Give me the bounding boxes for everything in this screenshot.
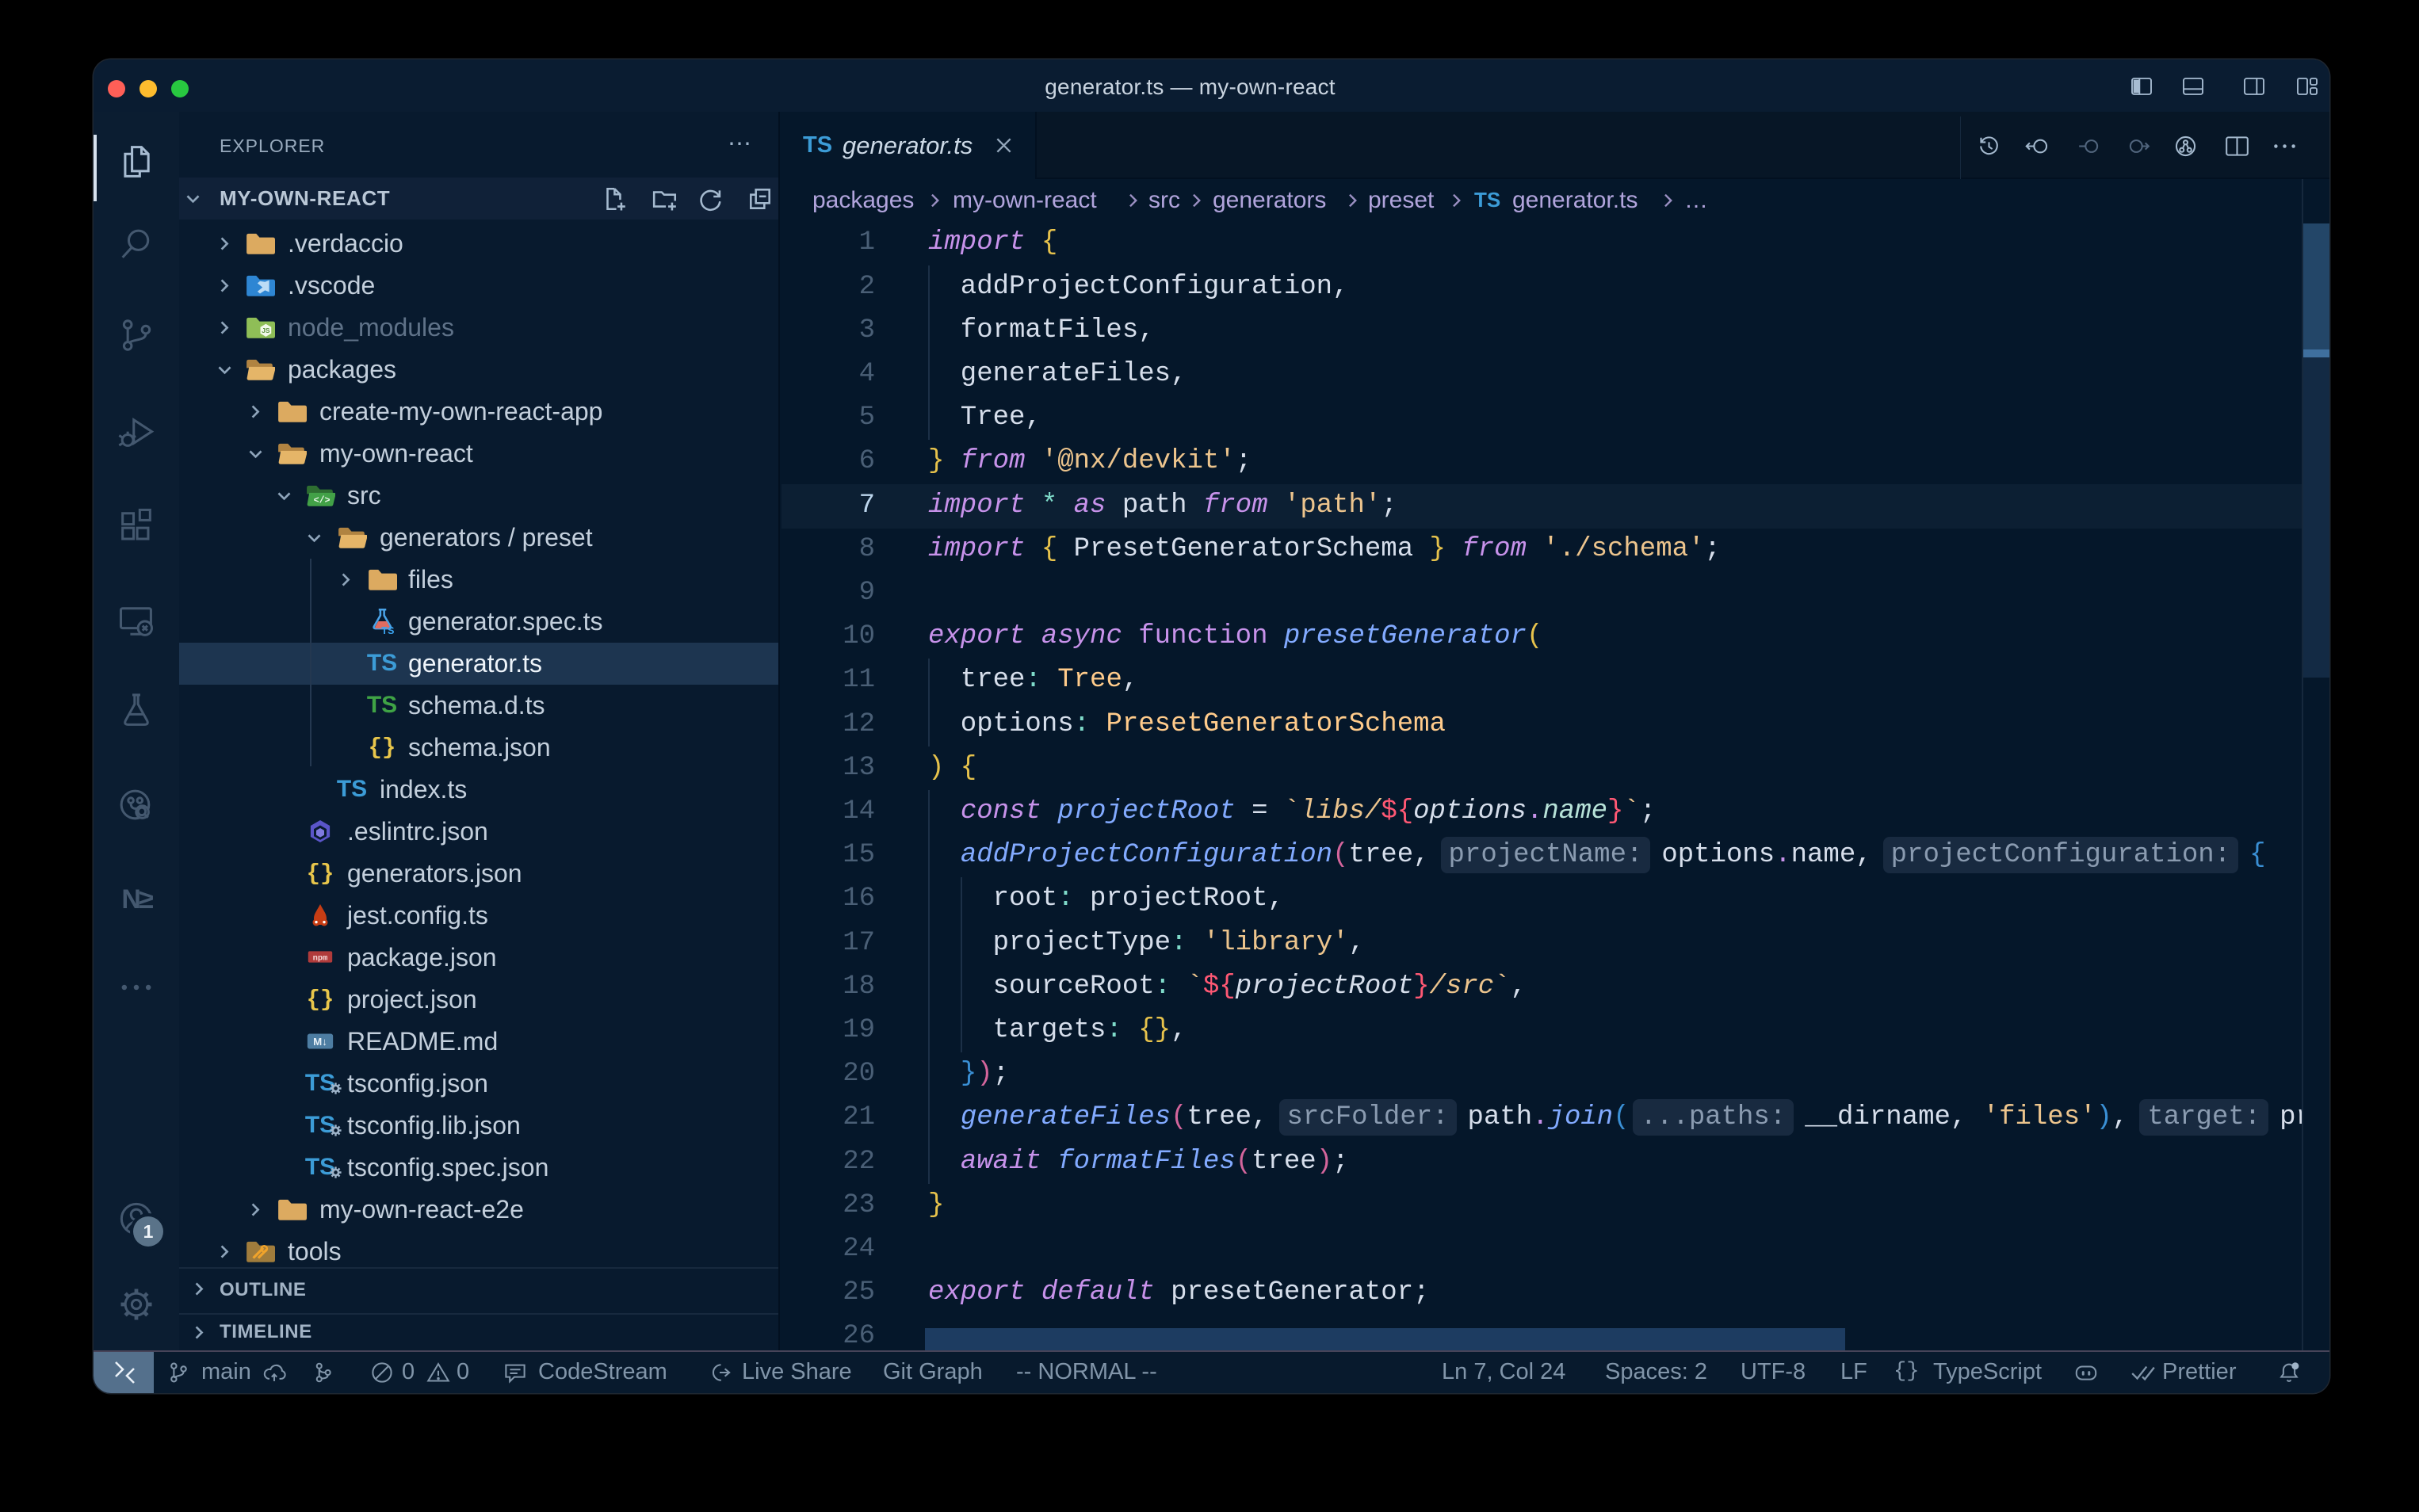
svg-text:M↓: M↓	[313, 1036, 327, 1048]
svg-text:</>: </>	[314, 496, 331, 506]
svg-text:JS: JS	[262, 326, 270, 334]
svg-text:npm: npm	[313, 954, 328, 964]
svg-text:TS: TS	[381, 625, 394, 636]
